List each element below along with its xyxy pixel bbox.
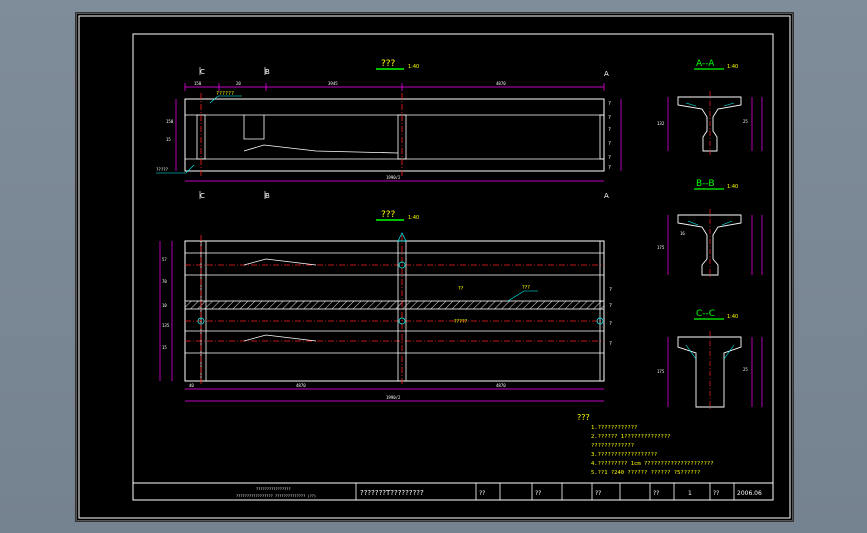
elevation-right-label-4: ? xyxy=(608,155,611,161)
title-org-line1: ???????????????? xyxy=(256,487,291,491)
design-label: ?? xyxy=(479,490,485,497)
inner-frame xyxy=(132,33,774,501)
section-c-c: C--C 1:40 175 25 xyxy=(657,309,763,411)
section-marker-b-top: B xyxy=(265,68,270,76)
plan-hatch-callout: ??? xyxy=(522,285,530,291)
plan-bottom-dim-1: 4870 xyxy=(296,383,306,388)
section-marker-b-bottom: B xyxy=(265,192,270,200)
leader xyxy=(687,220,699,226)
plan-right-label-0: ? xyxy=(609,287,612,293)
section-marker-a-bottom: A xyxy=(604,192,609,200)
section-c-title: C--C xyxy=(696,309,715,319)
plan-overall-dim: 1990/2 xyxy=(386,395,401,400)
plan-taper xyxy=(243,258,317,266)
notes-heading: ??? xyxy=(577,413,590,422)
notes-block: ??? 1.???????????? 2.?????? 1???????????… xyxy=(577,413,714,476)
section-a-a: A--A 1:40 132 25 xyxy=(657,59,763,155)
elevation-view: ??? 1:40 150 20 3945 4870 C B A C B A 19… xyxy=(156,59,622,200)
section-marker-c-bottom: C xyxy=(200,192,205,200)
title-block: ???????????????? ????????????????? ?????… xyxy=(132,482,774,501)
plan-scale: 1:40 xyxy=(408,215,419,221)
elevation-top-dim-2: 3945 xyxy=(328,81,338,86)
plan-left-dim-2: 10 xyxy=(162,303,167,308)
check-label: ?? xyxy=(595,490,601,497)
elevation-top-dim-1: 20 xyxy=(236,81,241,86)
plan-lower-callout: ????? xyxy=(454,319,468,325)
section-b-b: B--B 1:40 16 175 xyxy=(657,179,763,279)
title-block-frame xyxy=(132,482,774,501)
section-b-label-0: 16 xyxy=(680,231,685,236)
leader xyxy=(685,344,697,360)
section-a-scale: 1:40 xyxy=(727,64,738,70)
plan-right-label-1: ? xyxy=(609,303,612,309)
section-c-label-1: 25 xyxy=(743,367,748,372)
note-line-1: 2.?????? 1?????????????? xyxy=(591,434,670,440)
elevation-right-label-5: ? xyxy=(608,165,611,171)
section-a-label-1: 25 xyxy=(743,119,748,124)
diaphragm-span-center xyxy=(599,114,605,160)
elevation-right-label-0: ? xyxy=(608,101,611,107)
leader xyxy=(723,102,735,107)
section-a-outline xyxy=(677,96,742,152)
review-label: ?? xyxy=(535,490,541,497)
elevation-top-dim-0: 150 xyxy=(194,81,202,86)
plan-center-label: ?? xyxy=(458,286,464,292)
elevation-scale: 1:40 xyxy=(408,64,419,70)
drawing-title: ???????T????????? xyxy=(360,489,424,497)
plan-bottom-dim-0: 40 xyxy=(189,383,194,388)
elevation-left-dim-1: 15 xyxy=(166,137,171,142)
note-line-3: 3.?????????????????? xyxy=(591,452,657,458)
beam-plan-outline xyxy=(184,240,605,382)
plan-right-label-2: ? xyxy=(609,321,612,327)
elevation-right-label-1: ? xyxy=(608,115,611,121)
title-org-line2: ????????????????? ?????????????? (??) xyxy=(236,494,316,498)
drawing-sheet: ??? 1:40 150 20 3945 4870 C B A C B A 19… xyxy=(75,12,794,522)
section-c-label-0: 175 xyxy=(657,369,665,374)
plan-left-dim-1: 70 xyxy=(162,279,167,284)
web-thickening xyxy=(243,115,265,140)
plan-view: ??? 1:40 ?? ??? ????? 40 4870 4870 1990/… xyxy=(159,210,612,402)
cad-viewport[interactable]: ??? 1:40 150 20 3945 4870 C B A C B A 19… xyxy=(0,0,867,533)
section-marker-a-top: A xyxy=(604,70,609,78)
leader xyxy=(685,102,697,107)
section-a-title: A--A xyxy=(696,59,715,69)
section-marker-c-top: C xyxy=(200,68,205,76)
sheet-no-label: ?? xyxy=(653,490,659,497)
section-b-title: B--B xyxy=(696,179,715,189)
plan-left-dim-0: 57 xyxy=(162,257,167,262)
plan-bottom-dim-2: 4870 xyxy=(496,383,506,388)
elevation-right-label-3: ? xyxy=(608,141,611,147)
plan-left-dim-4: 15 xyxy=(162,345,167,350)
outer-border xyxy=(78,15,791,519)
plan-right-label-3: ? xyxy=(609,341,612,347)
note-line-0: 1.???????????? xyxy=(591,425,637,431)
date-value: 2006.06 xyxy=(737,490,762,497)
elevation-overall-dim: 1990/2 xyxy=(386,175,401,180)
elevation-left-dim-0: 150 xyxy=(166,119,174,124)
plan-left-dim-3: 135 xyxy=(162,323,170,328)
elevation-top-callout: ?????? xyxy=(216,91,234,97)
web-taper xyxy=(243,144,399,154)
beam-elevation-outline xyxy=(184,98,605,172)
elevation-left-callout: ????? xyxy=(156,167,169,172)
hatch-leader xyxy=(507,290,538,302)
plan-title: ??? xyxy=(381,210,396,220)
sheet-no: 1 xyxy=(688,490,692,497)
note-line-4: 4.????????? 1cm ????????????????????? xyxy=(591,461,714,467)
hatched-joint-band xyxy=(184,300,605,310)
plan-taper xyxy=(243,334,317,342)
elevation-title: ??? xyxy=(381,59,396,69)
elevation-right-label-2: ? xyxy=(608,127,611,133)
date-label: ?? xyxy=(713,490,719,497)
section-b-outline xyxy=(677,214,742,276)
note-line-2: ????????????? xyxy=(591,443,634,449)
section-b-scale: 1:40 xyxy=(727,184,738,190)
drawing-svg: ??? 1:40 150 20 3945 4870 C B A C B A 19… xyxy=(78,15,791,519)
section-c-scale: 1:40 xyxy=(727,314,738,320)
note-line-5: 5.??1 ?240 ?????? ?????? ?5?????? xyxy=(591,470,700,476)
elevation-top-dim-3: 4870 xyxy=(496,81,506,86)
section-a-label-0: 132 xyxy=(657,121,665,126)
section-b-label-1: 175 xyxy=(657,245,665,250)
